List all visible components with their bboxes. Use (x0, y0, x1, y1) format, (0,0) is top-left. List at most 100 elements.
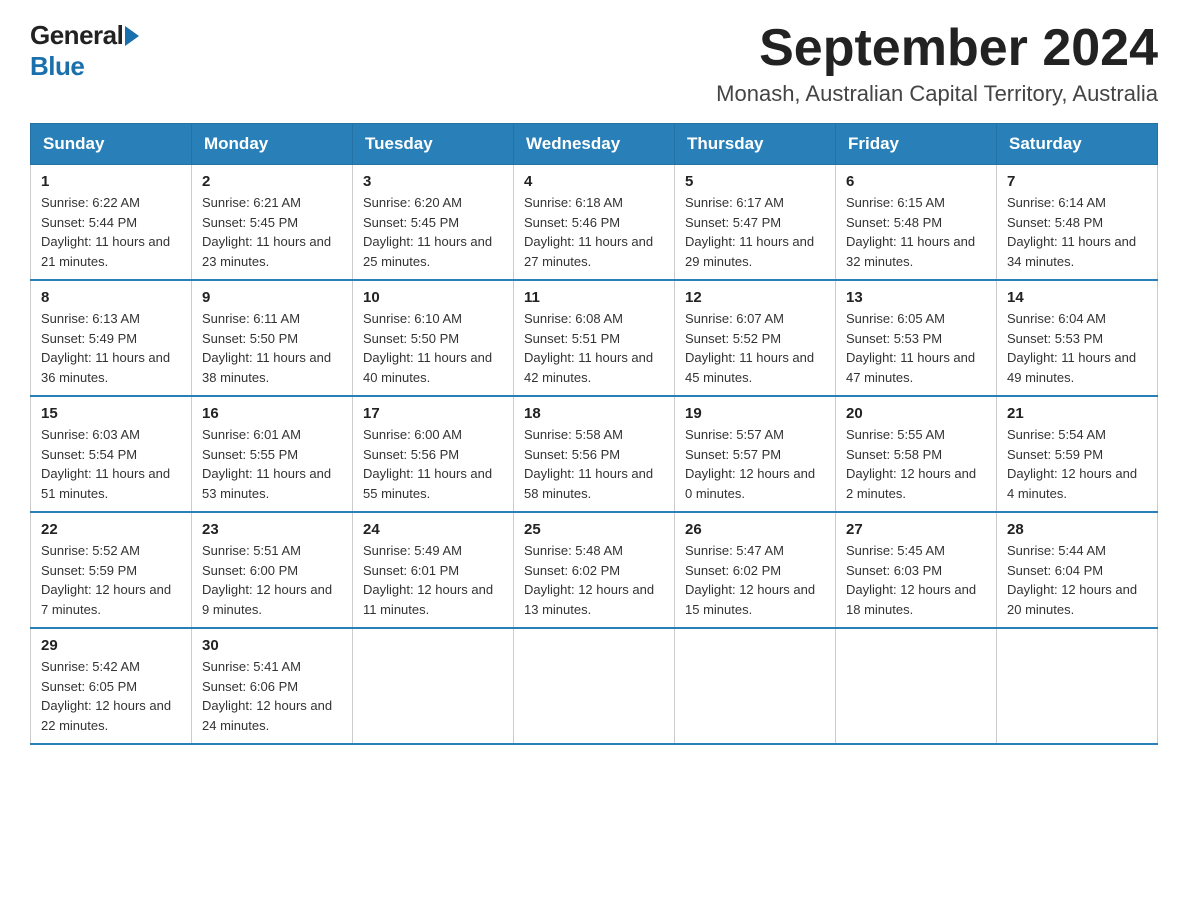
table-row: 4 Sunrise: 6:18 AM Sunset: 5:46 PM Dayli… (514, 165, 675, 281)
page-title: September 2024 (716, 20, 1158, 77)
col-thursday: Thursday (675, 124, 836, 165)
table-row: 29 Sunrise: 5:42 AM Sunset: 6:05 PM Dayl… (31, 628, 192, 744)
table-row (997, 628, 1158, 744)
calendar-table: Sunday Monday Tuesday Wednesday Thursday… (30, 123, 1158, 745)
day-info: Sunrise: 5:54 AM Sunset: 5:59 PM Dayligh… (1007, 425, 1147, 503)
table-row: 17 Sunrise: 6:00 AM Sunset: 5:56 PM Dayl… (353, 396, 514, 512)
day-info: Sunrise: 6:14 AM Sunset: 5:48 PM Dayligh… (1007, 193, 1147, 271)
day-info: Sunrise: 6:13 AM Sunset: 5:49 PM Dayligh… (41, 309, 181, 387)
table-row: 25 Sunrise: 5:48 AM Sunset: 6:02 PM Dayl… (514, 512, 675, 628)
day-number: 17 (363, 405, 503, 422)
day-info: Sunrise: 6:20 AM Sunset: 5:45 PM Dayligh… (363, 193, 503, 271)
day-info: Sunrise: 6:11 AM Sunset: 5:50 PM Dayligh… (202, 309, 342, 387)
col-friday: Friday (836, 124, 997, 165)
col-saturday: Saturday (997, 124, 1158, 165)
calendar-week-row: 1 Sunrise: 6:22 AM Sunset: 5:44 PM Dayli… (31, 165, 1158, 281)
day-number: 30 (202, 637, 342, 654)
page-header: General Blue September 2024 Monash, Aust… (30, 20, 1158, 107)
calendar-week-row: 22 Sunrise: 5:52 AM Sunset: 5:59 PM Dayl… (31, 512, 1158, 628)
table-row (514, 628, 675, 744)
table-row: 19 Sunrise: 5:57 AM Sunset: 5:57 PM Dayl… (675, 396, 836, 512)
table-row: 8 Sunrise: 6:13 AM Sunset: 5:49 PM Dayli… (31, 280, 192, 396)
day-number: 23 (202, 521, 342, 538)
table-row: 1 Sunrise: 6:22 AM Sunset: 5:44 PM Dayli… (31, 165, 192, 281)
table-row: 7 Sunrise: 6:14 AM Sunset: 5:48 PM Dayli… (997, 165, 1158, 281)
day-info: Sunrise: 5:45 AM Sunset: 6:03 PM Dayligh… (846, 541, 986, 619)
day-number: 5 (685, 173, 825, 190)
table-row: 14 Sunrise: 6:04 AM Sunset: 5:53 PM Dayl… (997, 280, 1158, 396)
table-row: 21 Sunrise: 5:54 AM Sunset: 5:59 PM Dayl… (997, 396, 1158, 512)
day-info: Sunrise: 5:55 AM Sunset: 5:58 PM Dayligh… (846, 425, 986, 503)
day-info: Sunrise: 6:00 AM Sunset: 5:56 PM Dayligh… (363, 425, 503, 503)
logo-arrow-icon (125, 26, 139, 46)
day-number: 21 (1007, 405, 1147, 422)
day-number: 24 (363, 521, 503, 538)
day-info: Sunrise: 5:49 AM Sunset: 6:01 PM Dayligh… (363, 541, 503, 619)
day-info: Sunrise: 5:41 AM Sunset: 6:06 PM Dayligh… (202, 657, 342, 735)
day-info: Sunrise: 6:01 AM Sunset: 5:55 PM Dayligh… (202, 425, 342, 503)
day-number: 6 (846, 173, 986, 190)
table-row: 12 Sunrise: 6:07 AM Sunset: 5:52 PM Dayl… (675, 280, 836, 396)
table-row: 22 Sunrise: 5:52 AM Sunset: 5:59 PM Dayl… (31, 512, 192, 628)
day-number: 10 (363, 289, 503, 306)
day-number: 15 (41, 405, 181, 422)
logo-general: General (30, 20, 123, 51)
table-row: 10 Sunrise: 6:10 AM Sunset: 5:50 PM Dayl… (353, 280, 514, 396)
logo: General Blue (30, 20, 139, 82)
day-number: 29 (41, 637, 181, 654)
table-row: 13 Sunrise: 6:05 AM Sunset: 5:53 PM Dayl… (836, 280, 997, 396)
table-row: 23 Sunrise: 5:51 AM Sunset: 6:00 PM Dayl… (192, 512, 353, 628)
day-info: Sunrise: 6:05 AM Sunset: 5:53 PM Dayligh… (846, 309, 986, 387)
logo-blue: Blue (30, 51, 84, 81)
day-number: 3 (363, 173, 503, 190)
day-number: 4 (524, 173, 664, 190)
day-number: 28 (1007, 521, 1147, 538)
table-row (675, 628, 836, 744)
col-tuesday: Tuesday (353, 124, 514, 165)
table-row: 15 Sunrise: 6:03 AM Sunset: 5:54 PM Dayl… (31, 396, 192, 512)
day-number: 13 (846, 289, 986, 306)
day-number: 20 (846, 405, 986, 422)
table-row: 24 Sunrise: 5:49 AM Sunset: 6:01 PM Dayl… (353, 512, 514, 628)
day-number: 16 (202, 405, 342, 422)
table-row: 6 Sunrise: 6:15 AM Sunset: 5:48 PM Dayli… (836, 165, 997, 281)
day-number: 18 (524, 405, 664, 422)
day-info: Sunrise: 5:58 AM Sunset: 5:56 PM Dayligh… (524, 425, 664, 503)
day-info: Sunrise: 5:48 AM Sunset: 6:02 PM Dayligh… (524, 541, 664, 619)
calendar-week-row: 29 Sunrise: 5:42 AM Sunset: 6:05 PM Dayl… (31, 628, 1158, 744)
day-info: Sunrise: 6:03 AM Sunset: 5:54 PM Dayligh… (41, 425, 181, 503)
col-wednesday: Wednesday (514, 124, 675, 165)
day-number: 11 (524, 289, 664, 306)
day-info: Sunrise: 6:17 AM Sunset: 5:47 PM Dayligh… (685, 193, 825, 271)
table-row: 9 Sunrise: 6:11 AM Sunset: 5:50 PM Dayli… (192, 280, 353, 396)
day-number: 27 (846, 521, 986, 538)
day-info: Sunrise: 6:07 AM Sunset: 5:52 PM Dayligh… (685, 309, 825, 387)
day-info: Sunrise: 5:44 AM Sunset: 6:04 PM Dayligh… (1007, 541, 1147, 619)
day-number: 19 (685, 405, 825, 422)
table-row: 26 Sunrise: 5:47 AM Sunset: 6:02 PM Dayl… (675, 512, 836, 628)
day-number: 22 (41, 521, 181, 538)
day-info: Sunrise: 5:42 AM Sunset: 6:05 PM Dayligh… (41, 657, 181, 735)
day-number: 26 (685, 521, 825, 538)
calendar-week-row: 15 Sunrise: 6:03 AM Sunset: 5:54 PM Dayl… (31, 396, 1158, 512)
calendar-week-row: 8 Sunrise: 6:13 AM Sunset: 5:49 PM Dayli… (31, 280, 1158, 396)
table-row: 20 Sunrise: 5:55 AM Sunset: 5:58 PM Dayl… (836, 396, 997, 512)
page-subtitle: Monash, Australian Capital Territory, Au… (716, 81, 1158, 107)
day-number: 9 (202, 289, 342, 306)
day-number: 2 (202, 173, 342, 190)
day-number: 1 (41, 173, 181, 190)
table-row: 16 Sunrise: 6:01 AM Sunset: 5:55 PM Dayl… (192, 396, 353, 512)
day-info: Sunrise: 5:47 AM Sunset: 6:02 PM Dayligh… (685, 541, 825, 619)
day-info: Sunrise: 6:08 AM Sunset: 5:51 PM Dayligh… (524, 309, 664, 387)
day-info: Sunrise: 5:51 AM Sunset: 6:00 PM Dayligh… (202, 541, 342, 619)
table-row (353, 628, 514, 744)
day-number: 25 (524, 521, 664, 538)
day-info: Sunrise: 6:04 AM Sunset: 5:53 PM Dayligh… (1007, 309, 1147, 387)
day-info: Sunrise: 6:10 AM Sunset: 5:50 PM Dayligh… (363, 309, 503, 387)
table-row: 5 Sunrise: 6:17 AM Sunset: 5:47 PM Dayli… (675, 165, 836, 281)
day-info: Sunrise: 6:18 AM Sunset: 5:46 PM Dayligh… (524, 193, 664, 271)
table-row: 11 Sunrise: 6:08 AM Sunset: 5:51 PM Dayl… (514, 280, 675, 396)
day-number: 7 (1007, 173, 1147, 190)
table-row: 2 Sunrise: 6:21 AM Sunset: 5:45 PM Dayli… (192, 165, 353, 281)
table-row: 3 Sunrise: 6:20 AM Sunset: 5:45 PM Dayli… (353, 165, 514, 281)
